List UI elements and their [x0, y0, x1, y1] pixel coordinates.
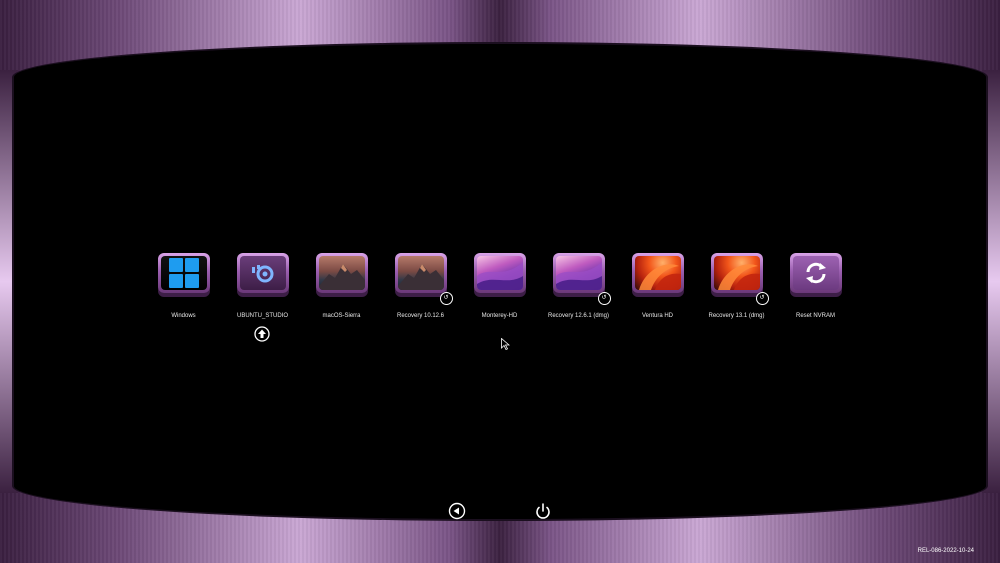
boot-entry-tile[interactable]: [157, 253, 210, 293]
ubuntu-studio-icon: [251, 265, 273, 283]
boot-entry-label: Recovery 10.12.6: [396, 313, 445, 319]
power-icon[interactable]: [534, 502, 552, 520]
macos-sierra-recovery-icon: [397, 264, 444, 290]
boot-entry-tile[interactable]: [631, 253, 684, 293]
boot-entry-ventura-hd[interactable]: Ventura HD: [618, 253, 697, 319]
boot-entry-monterey-hd[interactable]: Monterey-HD: [460, 253, 539, 319]
boot-entry-recovery-13-1[interactable]: ↺ Recovery 13.1 (dmg): [697, 253, 776, 319]
reset-nvram-icon: [805, 262, 826, 284]
windows-logo-icon: [168, 258, 199, 288]
boot-entry-tile[interactable]: [473, 253, 526, 293]
mouse-pointer-icon: [501, 338, 510, 350]
selection-arrow-up-icon: [254, 326, 270, 342]
macos-monterey-icon: [476, 262, 523, 290]
boot-entry-macos-sierra[interactable]: macOS-Sierra: [302, 253, 381, 319]
boot-entry-label: Windows: [171, 313, 196, 319]
macos-monterey-recovery-icon: [555, 262, 602, 290]
macos-ventura-recovery-icon: [717, 264, 760, 290]
boot-entry-recovery-10-12-6[interactable]: ↺ Recovery 10.12.6: [381, 253, 460, 319]
boot-entry-tile[interactable]: ↺: [394, 253, 453, 305]
boot-entry-label: Recovery 13.1 (dmg): [708, 313, 765, 319]
boot-entry-tile[interactable]: ↺: [710, 253, 769, 305]
macos-ventura-icon: [638, 264, 681, 290]
back-arrow-icon[interactable]: [448, 502, 466, 520]
boot-entry-list: Windows UBUNTU_STUDIO macOS-Sierra ↺ Rec…: [0, 253, 1000, 353]
boot-entry-tile[interactable]: [236, 253, 289, 293]
boot-entry-ubuntu-studio[interactable]: UBUNTU_STUDIO: [223, 253, 302, 319]
macos-sierra-icon: [318, 264, 365, 290]
boot-entry-label: macOS-Sierra: [322, 313, 361, 319]
boot-entry-tile[interactable]: [789, 253, 842, 293]
boot-entry-windows[interactable]: Windows: [144, 253, 223, 319]
boot-entry-label: Recovery 12.6.1 (dmg): [547, 313, 610, 319]
boot-entry-label: Reset NVRAM: [795, 313, 835, 319]
version-label: REL-086-2022-10-24: [917, 548, 974, 554]
boot-entry-label: Monterey-HD: [481, 313, 518, 319]
recovery-badge-icon: ↺: [597, 292, 611, 305]
boot-entry-recovery-12-6-1[interactable]: ↺ Recovery 12.6.1 (dmg): [539, 253, 618, 319]
boot-entry-tile[interactable]: ↺: [552, 253, 611, 305]
boot-entry-tile[interactable]: [315, 253, 368, 293]
boot-entry-label: UBUNTU_STUDIO: [236, 313, 288, 319]
recovery-badge-icon: ↺: [755, 292, 769, 305]
boot-entry-label: Ventura HD: [641, 313, 674, 319]
recovery-badge-icon: ↺: [439, 292, 453, 305]
boot-entry-reset-nvram[interactable]: Reset NVRAM: [776, 253, 855, 319]
